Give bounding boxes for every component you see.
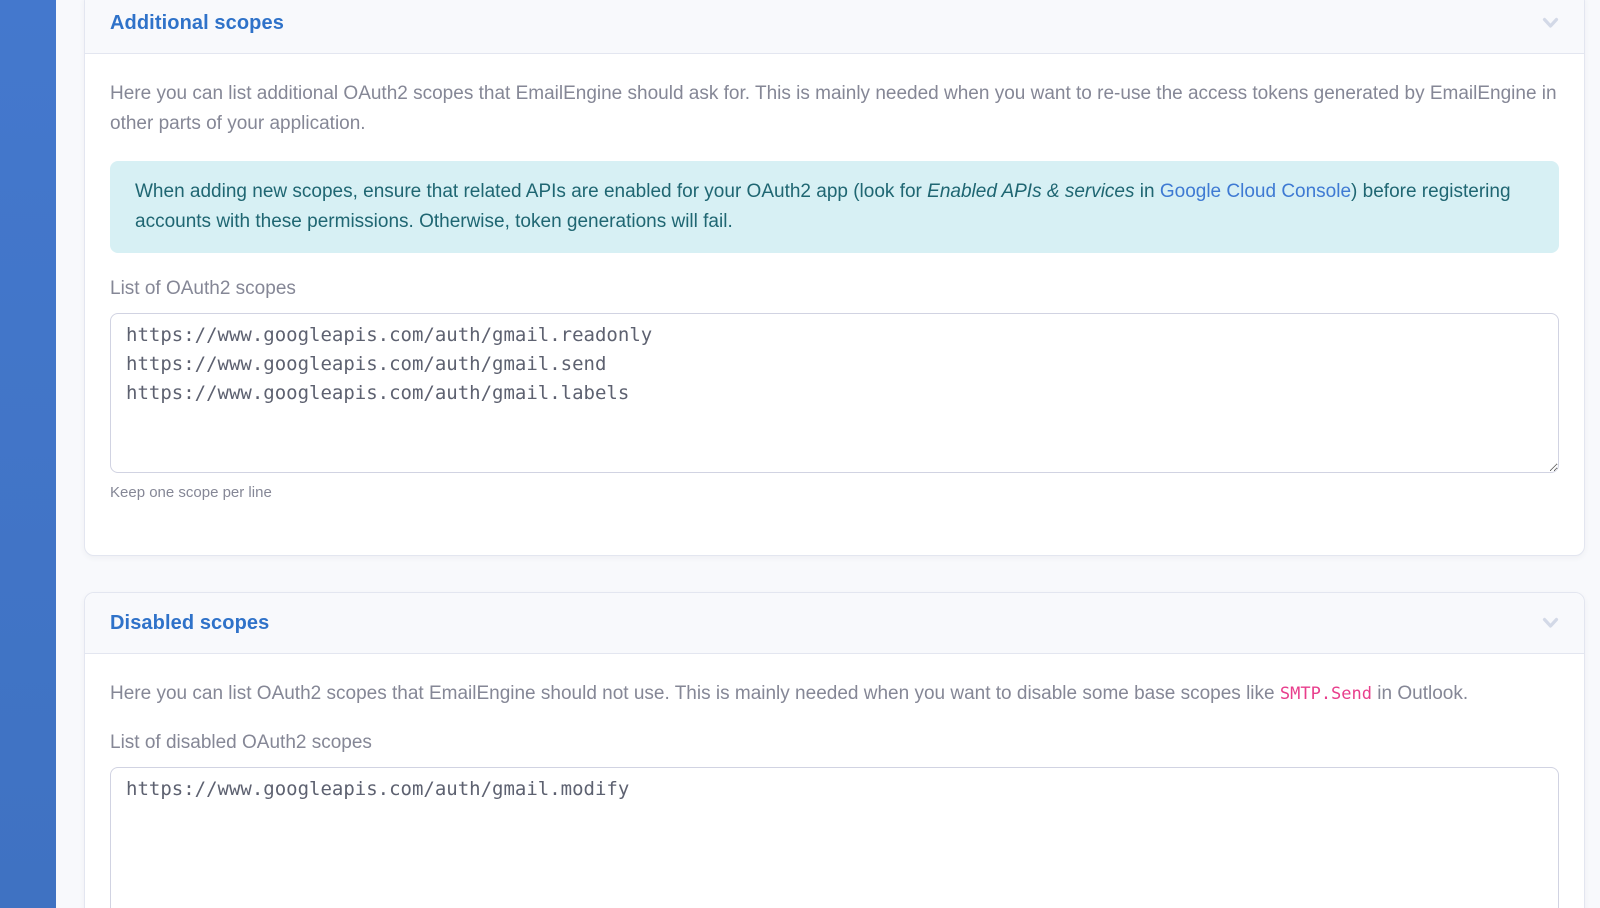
card-header-disabled-scopes[interactable]: Disabled scopes <box>85 593 1584 654</box>
card-disabled-scopes: Disabled scopes Here you can list OAuth2… <box>84 592 1585 908</box>
google-cloud-console-link[interactable]: Google Cloud Console <box>1160 181 1351 202</box>
card-body-additional-scopes: Here you can list additional OAuth2 scop… <box>85 54 1584 555</box>
disabled-scopes-description: Here you can list OAuth2 scopes that Ema… <box>110 679 1559 709</box>
description-text-segment: in Outlook. <box>1372 683 1468 704</box>
oauth2-scopes-label: List of OAuth2 scopes <box>110 277 1559 301</box>
description-text-segment: Here you can list OAuth2 scopes that Ema… <box>110 683 1280 704</box>
sidebar <box>0 0 56 908</box>
scopes-help-text: Keep one scope per line <box>110 483 1559 503</box>
card-body-disabled-scopes: Here you can list OAuth2 scopes that Ema… <box>85 654 1584 908</box>
disabled-scopes-textarea[interactable]: https://www.googleapis.com/auth/gmail.mo… <box>110 767 1559 908</box>
disabled-scopes-label: List of disabled OAuth2 scopes <box>110 731 1559 755</box>
alert-text-segment: When adding new scopes, ensure that rela… <box>135 181 927 202</box>
additional-scopes-description: Here you can list additional OAuth2 scop… <box>110 79 1559 139</box>
oauth2-settings-page: Additional scopes Here you can list addi… <box>0 0 1600 908</box>
content-area: Additional scopes Here you can list addi… <box>84 0 1585 908</box>
card-header-additional-scopes[interactable]: Additional scopes <box>85 0 1584 54</box>
alert-text-segment: in <box>1135 181 1160 202</box>
smtp-send-code: SMTP.Send <box>1280 684 1372 704</box>
alert-italic-text: Enabled APIs & services <box>927 181 1134 202</box>
chevron-down-icon[interactable] <box>1541 614 1559 632</box>
oauth2-scopes-textarea[interactable]: https://www.googleapis.com/auth/gmail.re… <box>110 313 1559 473</box>
info-alert: When adding new scopes, ensure that rela… <box>110 161 1559 253</box>
card-additional-scopes: Additional scopes Here you can list addi… <box>84 0 1585 556</box>
chevron-down-icon[interactable] <box>1541 14 1559 32</box>
card-title-additional-scopes: Additional scopes <box>110 12 284 35</box>
card-title-disabled-scopes: Disabled scopes <box>110 612 269 635</box>
